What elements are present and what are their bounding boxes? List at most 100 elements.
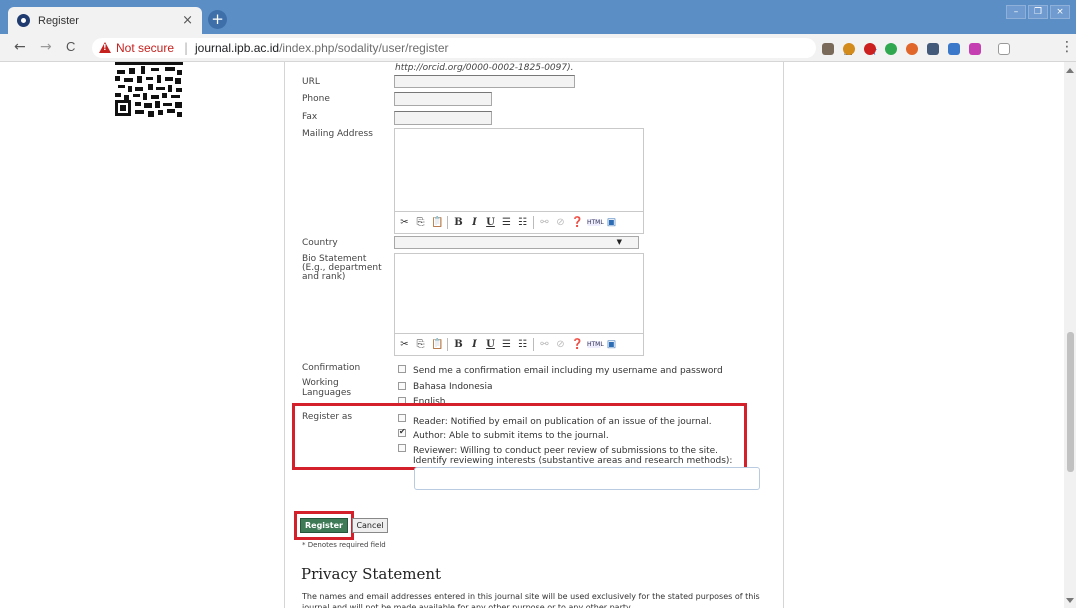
privacy-statement-title: Privacy Statement xyxy=(301,565,442,583)
role-reviewer-checkbox[interactable] xyxy=(398,444,406,452)
content-left-border xyxy=(284,62,285,608)
opera-icon[interactable] xyxy=(864,43,876,55)
page-viewport: http://orcid.org/0000-0002-1825-0097). U… xyxy=(0,62,1076,608)
tab-close-icon[interactable]: × xyxy=(182,13,193,28)
bio-label-line-3: and rank) xyxy=(302,272,346,282)
link-icon[interactable]: ⚯ xyxy=(539,339,550,350)
url-path: /index.php/sodality/user/register xyxy=(279,41,449,55)
register-button[interactable]: Register xyxy=(300,518,348,533)
html-source-icon[interactable]: HTML xyxy=(587,219,604,226)
site-favicon-icon xyxy=(17,14,30,27)
image-icon[interactable]: ▣ xyxy=(606,217,617,228)
scroll-up-icon[interactable] xyxy=(1066,68,1074,73)
scroll-down-icon[interactable] xyxy=(1066,598,1074,603)
bullet-list-icon[interactable]: ☰ xyxy=(501,339,512,350)
qr-code-image xyxy=(115,62,183,118)
browser-tab[interactable]: Register × xyxy=(8,7,202,34)
italic-icon[interactable]: I xyxy=(469,339,480,350)
bullet-list-icon[interactable]: ☰ xyxy=(501,217,512,228)
image-icon[interactable]: ▣ xyxy=(606,339,617,350)
language-bahasa-text: Bahasa Indonesia xyxy=(413,382,493,392)
working-languages-label-line-2: Languages xyxy=(302,388,352,398)
cut-icon[interactable]: ✂ xyxy=(399,339,410,350)
underline-icon[interactable]: U xyxy=(485,339,496,350)
copy-icon[interactable]: ⎘ xyxy=(415,217,426,228)
cut-icon[interactable]: ✂ xyxy=(399,217,410,228)
extension-6-icon[interactable] xyxy=(927,43,939,55)
address-bar-row: ← → C Not secure | journal.ipb.ac.id/ind… xyxy=(0,34,1076,62)
html-source-icon[interactable]: HTML xyxy=(587,341,604,348)
reviewing-interests-input[interactable] xyxy=(414,467,760,490)
chevron-down-icon: ▼ xyxy=(616,238,622,246)
unlink-icon[interactable]: ⊘ xyxy=(555,339,566,350)
italic-icon[interactable]: I xyxy=(469,217,480,228)
phone-label: Phone xyxy=(302,94,330,104)
fax-label: Fax xyxy=(302,112,318,122)
role-author-checkbox[interactable] xyxy=(398,427,406,437)
language-bahasa-checkbox[interactable] xyxy=(398,382,406,390)
extension-5-icon[interactable] xyxy=(906,43,918,55)
forward-button[interactable]: → xyxy=(40,39,52,55)
copy-icon[interactable]: ⎘ xyxy=(415,339,426,350)
omnibox[interactable]: Not secure | journal.ipb.ac.id/index.php… xyxy=(92,38,878,59)
underline-icon[interactable]: U xyxy=(485,217,496,228)
url-host: journal.ipb.ac.id xyxy=(195,41,280,55)
help-icon[interactable]: ❓ xyxy=(571,339,583,350)
url-label: URL xyxy=(302,77,320,87)
tab-title: Register xyxy=(38,14,79,27)
content-right-border xyxy=(783,62,784,608)
warning-icon xyxy=(99,42,111,53)
confirmation-text: Send me a confirmation email including m… xyxy=(413,366,723,376)
reload-button[interactable]: C xyxy=(66,39,75,54)
working-languages-label-line-1: Working xyxy=(302,378,339,388)
required-field-note: * Denotes required field xyxy=(302,541,386,549)
close-window-button[interactable]: × xyxy=(1050,5,1070,19)
unlink-icon[interactable]: ⊘ xyxy=(555,217,566,228)
window-controls: – ❐ × xyxy=(1006,5,1070,19)
link-icon[interactable]: ⚯ xyxy=(539,217,550,228)
url-text[interactable]: journal.ipb.ac.id/index.php/sodality/use… xyxy=(195,41,449,55)
privacy-statement-body: The names and email addresses entered in… xyxy=(302,592,760,608)
toolbar-divider xyxy=(447,216,448,229)
extensions-toolbar xyxy=(822,43,1010,55)
bold-icon[interactable]: B xyxy=(453,217,464,228)
extension-8-icon[interactable] xyxy=(969,43,981,55)
register-as-label: Register as xyxy=(302,412,353,422)
browser-menu-icon[interactable]: ⋮ xyxy=(1060,39,1074,55)
role-author-text: Author: Able to submit items to the jour… xyxy=(413,431,609,441)
scrollbar-thumb[interactable] xyxy=(1067,332,1074,472)
role-reviewer-text-line-2: Identify reviewing interests (substantiv… xyxy=(413,456,733,466)
security-indicator[interactable]: Not secure xyxy=(116,41,174,55)
back-button[interactable]: ← xyxy=(14,39,26,55)
extension-2-icon[interactable] xyxy=(843,43,855,55)
numbered-list-icon[interactable]: ☷ xyxy=(517,217,528,228)
fax-input[interactable] xyxy=(394,111,492,125)
help-icon[interactable]: ❓ xyxy=(571,217,583,228)
cancel-button[interactable]: Cancel xyxy=(352,518,388,533)
phone-input[interactable] xyxy=(394,92,492,106)
new-tab-button[interactable]: + xyxy=(208,10,227,29)
bio-editor-toolbar: ✂ ⎘ 📋 B I U ☰ ☷ ⚯ ⊘ ❓ HTML ▣ xyxy=(394,334,644,356)
confirmation-checkbox[interactable] xyxy=(398,365,406,373)
profile-icon[interactable] xyxy=(998,43,1010,55)
bold-icon[interactable]: B xyxy=(453,339,464,350)
minimize-button[interactable]: – xyxy=(1006,5,1026,19)
country-select[interactable]: ▼ xyxy=(394,236,639,249)
url-input[interactable] xyxy=(394,75,575,88)
mailing-address-editor-toolbar: ✂ ⎘ 📋 B I U ☰ ☷ ⚯ ⊘ ❓ HTML ▣ xyxy=(394,212,644,234)
role-reader-checkbox[interactable] xyxy=(398,414,406,422)
extension-7-icon[interactable] xyxy=(948,43,960,55)
browser-tab-bar: Register × + – ❐ × xyxy=(0,0,1076,34)
paste-icon[interactable]: 📋 xyxy=(431,217,443,228)
numbered-list-icon[interactable]: ☷ xyxy=(517,339,528,350)
toolbar-divider xyxy=(447,338,448,351)
mailing-address-textarea[interactable] xyxy=(394,128,644,212)
paste-icon[interactable]: 📋 xyxy=(431,339,443,350)
extension-1-icon[interactable] xyxy=(822,43,834,55)
bio-statement-textarea[interactable] xyxy=(394,253,644,334)
omnibox-separator: | xyxy=(184,41,189,55)
extension-4-icon[interactable] xyxy=(885,43,897,55)
orcid-hint: http://orcid.org/0000-0002-1825-0097). xyxy=(395,63,574,73)
maximize-button[interactable]: ❐ xyxy=(1028,5,1048,19)
country-label: Country xyxy=(302,238,338,248)
